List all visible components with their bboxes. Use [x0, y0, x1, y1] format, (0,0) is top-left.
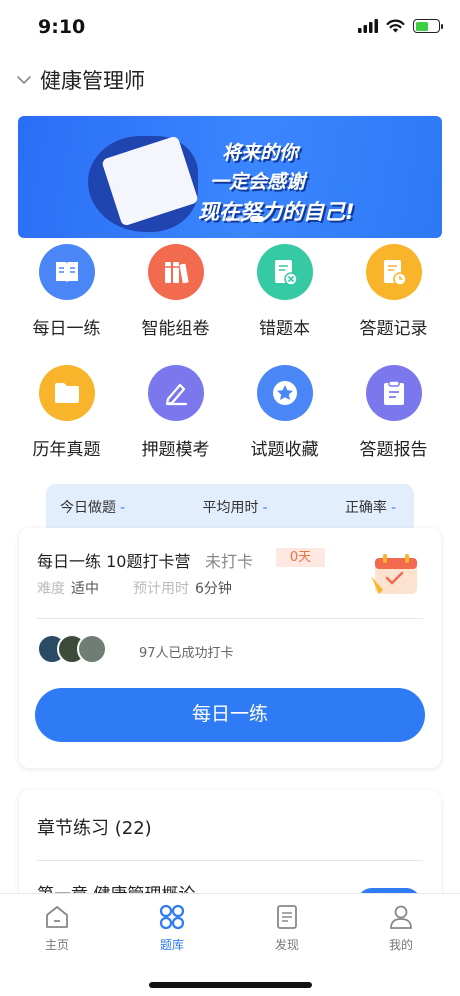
tab-label: 发现	[274, 938, 299, 952]
difficulty-label: 难度	[37, 581, 65, 597]
stat-today-value: -	[120, 500, 126, 516]
chevron-down-icon[interactable]	[16, 75, 32, 85]
menu-label: 押题模考	[141, 440, 210, 460]
menu-item-past-exams[interactable]: 历年真题	[12, 365, 121, 460]
header[interactable]: 健康管理师	[16, 62, 145, 98]
document-icon	[277, 905, 297, 929]
menu-label: 答题记录	[359, 319, 428, 339]
pencil-icon	[147, 365, 204, 421]
tab-question-bank[interactable]: 题库	[142, 904, 202, 953]
wifi-icon	[386, 19, 405, 33]
time-value: 6分钟	[195, 581, 232, 597]
home-indicator	[149, 982, 312, 988]
menu-item-report[interactable]: 答题报告	[339, 365, 448, 460]
tab-profile[interactable]: 我的	[371, 904, 431, 953]
avatar	[77, 634, 107, 664]
menu-item-daily-practice[interactable]: 每日一练	[12, 244, 121, 339]
daily-status: 未打卡	[205, 552, 254, 571]
tab-home[interactable]: 主页	[27, 904, 87, 953]
daily-practice-card[interactable]: 每日一练 10题打卡营 未打卡 0天 难度 适中 预计用时 6分钟 97人已成功打卡…	[19, 528, 441, 768]
menu-label: 历年真题	[32, 440, 101, 460]
record-clock-icon	[365, 244, 422, 300]
time-label: 预计用时	[133, 581, 189, 597]
feature-menu: 每日一练 智能组卷 错题本 答题记录 历年真题 押题模考 试题收藏 答题报告	[12, 244, 448, 460]
bottom-tab-bar: 主页 题库 发现 我的	[0, 893, 460, 996]
page-title[interactable]: 健康管理师	[40, 65, 145, 95]
tab-label: 我的	[388, 938, 413, 952]
battery-icon	[413, 19, 443, 33]
checked-in-count: 97人已成功打卡	[139, 646, 234, 661]
divider	[37, 618, 423, 619]
stat-avg-value: -	[262, 500, 268, 516]
star-icon	[256, 365, 313, 421]
menu-item-favorites[interactable]: 试题收藏	[230, 365, 339, 460]
menu-item-mock-exam[interactable]: 押题模考	[121, 365, 230, 460]
menu-item-smart-paper[interactable]: 智能组卷	[121, 244, 230, 339]
user-icon	[390, 905, 412, 929]
menu-item-wrong-book[interactable]: 错题本	[230, 244, 339, 339]
clipboard-icon	[365, 365, 422, 421]
wrong-note-icon	[256, 244, 313, 300]
banner-dot[interactable]	[226, 216, 232, 222]
banner-slogan: 将来的你 一定会感谢 现在努力的自己!	[198, 138, 355, 226]
status-bar: 9:10	[0, 0, 460, 52]
banner-pagination[interactable]	[226, 216, 264, 222]
difficulty-meta: 难度 适中	[37, 578, 99, 598]
tab-label: 主页	[44, 938, 69, 952]
stat-avg-label: 平均用时	[202, 500, 259, 516]
menu-label: 错题本	[259, 319, 310, 339]
book-icon	[38, 244, 95, 300]
signal-icon	[358, 19, 378, 33]
divider	[37, 860, 423, 861]
avatar-group	[37, 634, 107, 664]
tab-discover[interactable]: 发现	[257, 904, 317, 953]
menu-label: 试题收藏	[250, 440, 319, 460]
menu-label: 每日一练	[32, 319, 101, 339]
stat-accuracy-value: -	[390, 500, 396, 516]
stats-summary: 今日做题 - 平均用时 - 正确率 -	[46, 484, 414, 534]
tab-label: 题库	[159, 938, 184, 952]
menu-label: 答题报告	[359, 440, 428, 460]
banner-dot-active[interactable]	[250, 216, 264, 222]
menu-item-answer-record[interactable]: 答题记录	[339, 244, 448, 339]
books-icon	[147, 244, 204, 300]
stat-accuracy-label: 正确率	[344, 500, 387, 516]
banner-line-2: 一定会感谢	[210, 171, 306, 193]
time-meta: 预计用时 6分钟	[133, 578, 232, 598]
status-icons	[358, 19, 443, 33]
daily-practice-button[interactable]: 每日一练	[35, 688, 425, 742]
stat-today-label: 今日做题	[60, 500, 116, 516]
chapter-title: 章节练习 (22)	[37, 818, 152, 839]
promo-banner[interactable]: 将来的你 一定会感谢 现在努力的自己!	[18, 116, 442, 238]
daily-title: 每日一练 10题打卡营	[37, 552, 191, 571]
banner-dot[interactable]	[238, 216, 244, 222]
calendar-icon	[371, 554, 417, 594]
menu-label: 智能组卷	[141, 319, 210, 339]
folder-icon	[38, 365, 95, 421]
banner-line-3: 现在努力的自己!	[198, 200, 355, 224]
grid-icon	[159, 904, 185, 930]
status-time: 9:10	[38, 16, 86, 38]
home-icon	[46, 906, 68, 928]
streak-badge: 0天	[276, 548, 325, 567]
difficulty-value: 适中	[71, 581, 99, 597]
banner-line-1: 将来的你	[222, 142, 299, 164]
